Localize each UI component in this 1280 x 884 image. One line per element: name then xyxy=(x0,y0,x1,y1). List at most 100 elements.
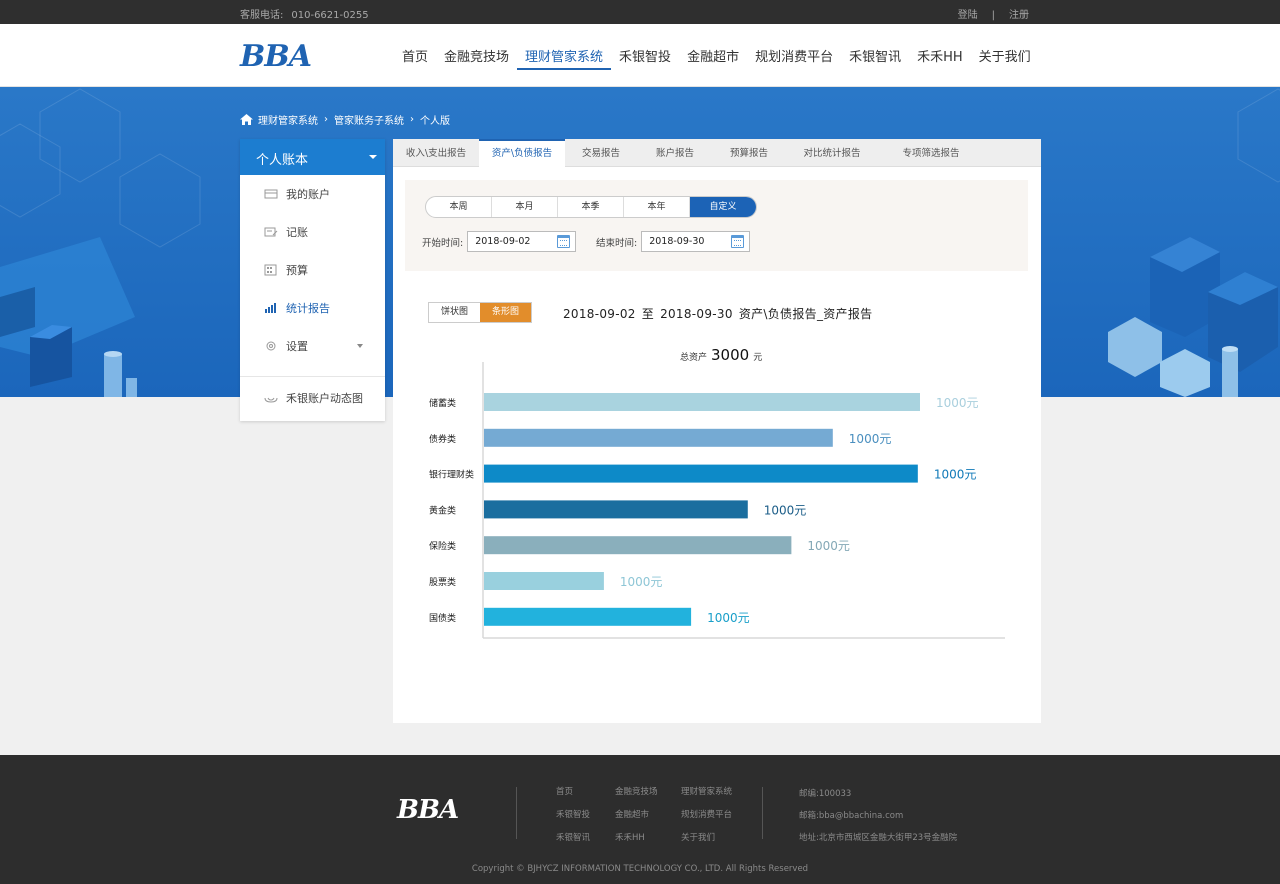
footer-link[interactable]: 禾银智投 xyxy=(556,808,615,820)
footer-email: 邮箱:bba@bbachina.com xyxy=(799,811,904,821)
chevron-right-icon: › xyxy=(324,114,328,125)
bar[interactable] xyxy=(484,428,833,447)
sidebar-item[interactable]: 预算 xyxy=(240,251,385,289)
register-link[interactable]: 注册 xyxy=(1009,10,1029,21)
footer-divider xyxy=(762,787,763,839)
value-label: 1000元 xyxy=(764,503,807,517)
period-option[interactable]: 自定义 xyxy=(690,197,756,217)
start-date-input[interactable]: 2018-09-02 xyxy=(467,231,577,252)
bar[interactable] xyxy=(484,464,918,483)
cloud-icon xyxy=(264,397,278,403)
footer-link[interactable]: 禾银智讯 xyxy=(556,831,615,843)
sidebar-item-account-dynamics[interactable]: 禾银账户动态图 xyxy=(240,379,385,417)
footer-link[interactable]: 首页 xyxy=(556,785,615,797)
start-date-label: 开始时间: xyxy=(422,237,464,249)
home-icon[interactable] xyxy=(240,114,253,125)
sidebar-item[interactable]: 我的账户 xyxy=(240,175,385,213)
end-date-value: 2018-09-30 xyxy=(649,236,705,247)
breadcrumb-item[interactable]: 管家账务子系统 xyxy=(334,112,404,127)
category-label: 保险类 xyxy=(429,540,456,552)
bar[interactable] xyxy=(484,393,920,411)
date-filter: 本周 本月 本季 本年 自定义 开始时间: 2018-09-02 结束时间: 2018-… xyxy=(405,180,1028,271)
sidebar: 个人账本 我的账户 记账预算统计报告设置 禾银账户动态图 xyxy=(240,139,385,421)
value-label: 1000元 xyxy=(620,575,663,589)
breadcrumb-item[interactable]: 个人版 xyxy=(420,112,450,127)
sidebar-header[interactable]: 个人账本 xyxy=(240,139,385,175)
footer-link[interactable]: 理财管家系统 xyxy=(681,785,761,797)
login-link[interactable]: 登陆 xyxy=(958,10,978,21)
nav-item[interactable]: 禾银智投 xyxy=(611,46,679,70)
nav-item[interactable]: 首页 xyxy=(394,46,436,70)
report-tab[interactable]: 收入\支出报告 xyxy=(393,139,479,167)
report-tab[interactable]: 资产\负债报告 xyxy=(479,139,565,167)
category-label: 债券类 xyxy=(429,433,456,445)
calendar-icon[interactable] xyxy=(557,235,571,248)
nav-item[interactable]: 禾银智讯 xyxy=(841,46,909,70)
footer-postcode: 邮编:100033 xyxy=(799,789,852,799)
period-option[interactable]: 本季 xyxy=(558,197,624,217)
footer-logo[interactable]: BBA xyxy=(397,795,459,825)
chevron-right-icon: › xyxy=(410,114,414,125)
report-tab[interactable]: 账户报告 xyxy=(637,139,713,167)
auth-separator: | xyxy=(991,10,995,21)
report-to-date: 2018-09-30 xyxy=(660,307,733,321)
service-phone: 客服电话: 010-6621-0255 xyxy=(240,6,369,21)
sidebar-item-row[interactable]: 禾银账户动态图 xyxy=(240,379,385,417)
nav-item[interactable]: 理财管家系统 xyxy=(517,46,612,70)
value-label: 1000元 xyxy=(707,611,750,625)
auth-links: 登陆 | 注册 xyxy=(958,6,1029,21)
end-date-row: 结束时间: 2018-09-30 xyxy=(596,231,751,252)
footer-links: 首页 金融竞技场 理财管家系统禾银智投 金融超市 规划消费平台禾银智讯 禾禾HH 关于我们 xyxy=(556,785,761,843)
report-tabs: 收入\支出报告 资产\负债报告 交易报告 账户报告 预算报告 对比统计报告 专项筛选报告 xyxy=(393,139,1041,167)
period-selector: 本周 本月 本季 本年 自定义 xyxy=(425,196,757,218)
category-label: 银行理财类 xyxy=(429,469,474,481)
gear-icon xyxy=(266,341,276,351)
footer-divider xyxy=(516,787,517,839)
start-date-value: 2018-09-02 xyxy=(475,236,531,247)
nav-item[interactable]: 禾禾HH xyxy=(909,46,971,70)
report-name: 资产\负债报告_资产报告 xyxy=(738,307,873,321)
footer-link[interactable]: 规划消费平台 xyxy=(681,808,761,820)
site-logo[interactable]: BBA xyxy=(240,39,312,74)
calculator-icon xyxy=(264,264,277,276)
category-label: 国债类 xyxy=(429,612,456,624)
sidebar-item[interactable]: 记账 xyxy=(240,213,385,251)
footer-contact: 邮编:100033 邮箱:bba@bbachina.com 地址:北京市西城区金… xyxy=(799,787,957,843)
bar[interactable] xyxy=(484,500,748,519)
end-date-input[interactable]: 2018-09-30 xyxy=(641,231,751,252)
report-tab[interactable]: 专项筛选报告 xyxy=(879,139,983,167)
period-option[interactable]: 本年 xyxy=(624,197,690,217)
report-tab[interactable]: 交易报告 xyxy=(565,139,637,167)
service-phone-label: 客服电话: xyxy=(240,10,284,21)
bar[interactable] xyxy=(484,607,692,626)
footer-link[interactable]: 金融超市 xyxy=(615,808,681,820)
report-tab[interactable]: 预算报告 xyxy=(713,139,785,167)
nav-item[interactable]: 金融超市 xyxy=(679,46,747,70)
nav-item[interactable]: 关于我们 xyxy=(971,46,1039,70)
sidebar-item[interactable]: 统计报告 xyxy=(240,289,385,327)
period-option[interactable]: 本周 xyxy=(426,197,492,217)
sidebar-item[interactable]: 设置 xyxy=(240,327,385,365)
period-option[interactable]: 本月 xyxy=(492,197,558,217)
footer-link[interactable]: 金融竞技场 xyxy=(615,785,681,797)
breadcrumb: 理财管家系统 › 管家账务子系统 › 个人版 xyxy=(240,112,450,127)
chevron-down-icon xyxy=(357,344,363,348)
footer-link[interactable]: 禾禾HH xyxy=(615,831,681,843)
report-tab[interactable]: 对比统计报告 xyxy=(785,139,879,167)
bar-chart-button[interactable]: 条形图 xyxy=(480,303,531,322)
nav-item[interactable]: 规划消费平台 xyxy=(747,46,841,70)
sidebar-item-label: 设置 xyxy=(286,340,308,353)
report-title: 2018-09-02 至 2018-09-30 资产\负债报告_资产报告 xyxy=(563,305,878,322)
calendar-icon[interactable] xyxy=(731,235,745,248)
breadcrumb-item[interactable]: 理财管家系统 xyxy=(258,112,318,127)
sidebar-item-label: 统计报告 xyxy=(286,302,330,315)
nav-item[interactable]: 金融竞技场 xyxy=(436,46,517,70)
pie-chart-button[interactable]: 饼状图 xyxy=(429,303,480,322)
bar-chart-icon xyxy=(265,303,276,313)
sidebar-title: 个人账本 xyxy=(256,153,309,168)
footer-link[interactable]: 关于我们 xyxy=(681,831,761,843)
bar[interactable] xyxy=(484,536,792,555)
bar[interactable] xyxy=(484,572,604,590)
note-icon xyxy=(264,227,278,237)
sidebar-item-label: 预算 xyxy=(286,264,308,277)
